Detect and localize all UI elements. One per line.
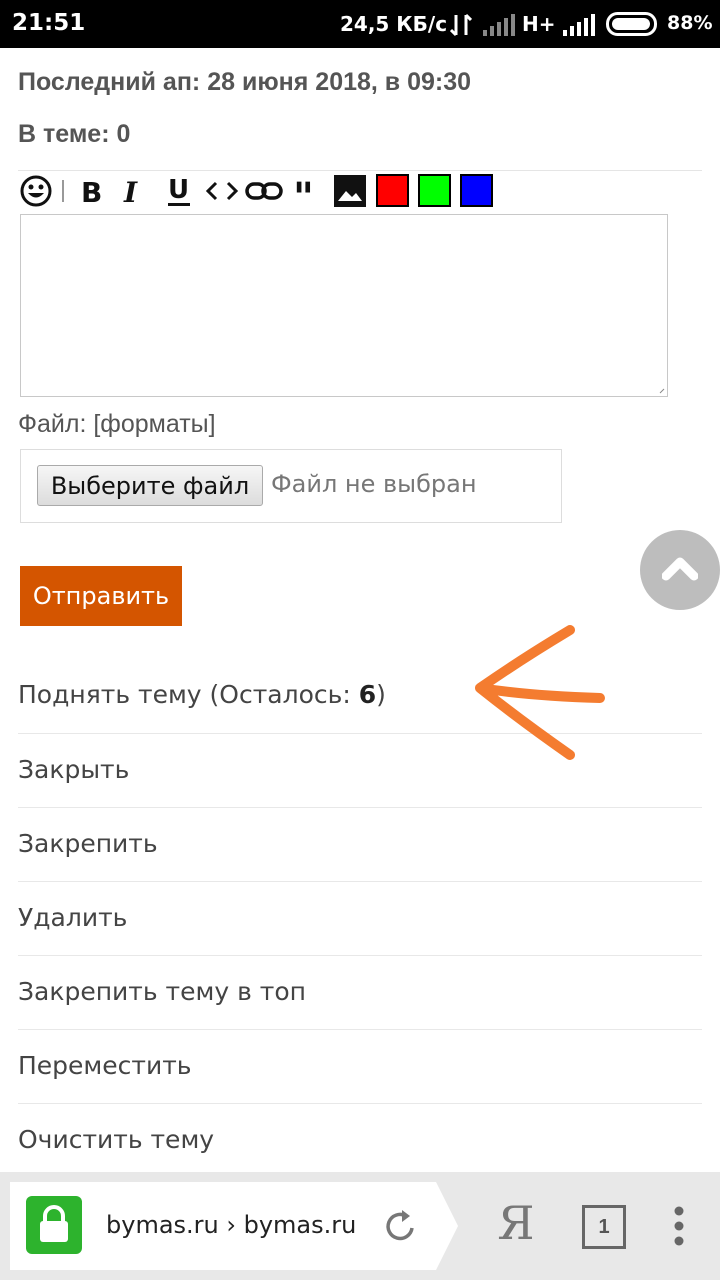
file-label: Файл: [форматы] — [18, 410, 216, 438]
last-update-text: Последний ап: 28 июня 2018, в 09:30 — [18, 68, 472, 96]
network-type: H+ — [522, 12, 556, 36]
battery-percent: 88% — [667, 12, 713, 34]
divider — [18, 807, 702, 808]
data-transfer-icon — [450, 13, 472, 37]
message-textarea[interactable] — [20, 214, 668, 397]
chevron-up-icon — [662, 557, 698, 581]
smile-icon[interactable] — [18, 172, 54, 210]
underline-icon[interactable]: U — [164, 172, 194, 210]
url-text: bymas.ru › bymas.ru — [106, 1211, 357, 1239]
divider — [18, 955, 702, 956]
no-file-text: Файл не выбран — [271, 470, 477, 498]
more-menu-icon[interactable] — [672, 1204, 686, 1248]
file-input-container: Выберите файл Файл не выбран — [20, 449, 562, 523]
resize-handle-icon[interactable] — [659, 388, 665, 394]
topic-count-text: В теме: 0 — [18, 120, 131, 148]
divider — [18, 1103, 702, 1104]
divider — [18, 1029, 702, 1030]
color-red-swatch[interactable] — [376, 174, 409, 207]
bold-icon[interactable]: B — [78, 172, 106, 210]
clear-topic-link[interactable]: Очистить тему — [18, 1125, 214, 1154]
raise-topic-suffix: ) — [376, 680, 386, 709]
secure-site-button[interactable] — [26, 1196, 82, 1254]
svg-text:I: I — [123, 176, 138, 206]
link-icon[interactable] — [244, 172, 284, 210]
pin-topic-link[interactable]: Закрепить — [18, 829, 158, 858]
reload-icon[interactable] — [382, 1206, 420, 1246]
svg-text:": " — [293, 179, 314, 203]
delete-topic-link[interactable]: Удалить — [18, 903, 127, 932]
color-blue-swatch[interactable] — [460, 174, 493, 207]
italic-icon[interactable]: I — [120, 172, 148, 210]
color-green-swatch[interactable] — [418, 174, 451, 207]
annotation-arrow-icon — [475, 625, 605, 760]
raise-topic-count: 6 — [358, 680, 377, 709]
scroll-to-top-button[interactable] — [640, 530, 720, 610]
divider — [18, 170, 702, 171]
editor-toolbar: B I U " — [18, 172, 508, 210]
network-speed: 24,5 КБ/с — [340, 12, 448, 36]
lock-icon — [40, 1205, 68, 1242]
toolbar-separator — [60, 172, 66, 210]
divider — [18, 881, 702, 882]
image-icon[interactable] — [332, 172, 368, 210]
battery-icon — [606, 12, 657, 36]
pin-to-top-link[interactable]: Закрепить тему в топ — [18, 977, 306, 1006]
tabs-button[interactable]: 1 — [582, 1205, 626, 1249]
send-button[interactable]: Отправить — [20, 566, 182, 626]
move-topic-link[interactable]: Переместить — [18, 1051, 192, 1080]
choose-file-button[interactable]: Выберите файл — [37, 465, 263, 506]
yandex-button[interactable]: Я — [496, 1196, 536, 1256]
code-icon[interactable] — [204, 172, 240, 210]
status-bar: 21:51 24,5 КБ/с H+ 88% — [0, 0, 720, 48]
signal-icon — [483, 14, 515, 36]
close-topic-link[interactable]: Закрыть — [18, 755, 129, 784]
quote-icon[interactable]: " — [292, 172, 322, 210]
signal-icon-2 — [563, 14, 595, 36]
clock: 21:51 — [12, 10, 86, 36]
svg-text:B: B — [81, 176, 102, 206]
raise-topic-link[interactable]: Поднять тему (Осталось: 6) — [18, 680, 386, 709]
svg-text:U: U — [168, 175, 189, 205]
raise-topic-label: Поднять тему (Осталось: — [18, 680, 359, 709]
